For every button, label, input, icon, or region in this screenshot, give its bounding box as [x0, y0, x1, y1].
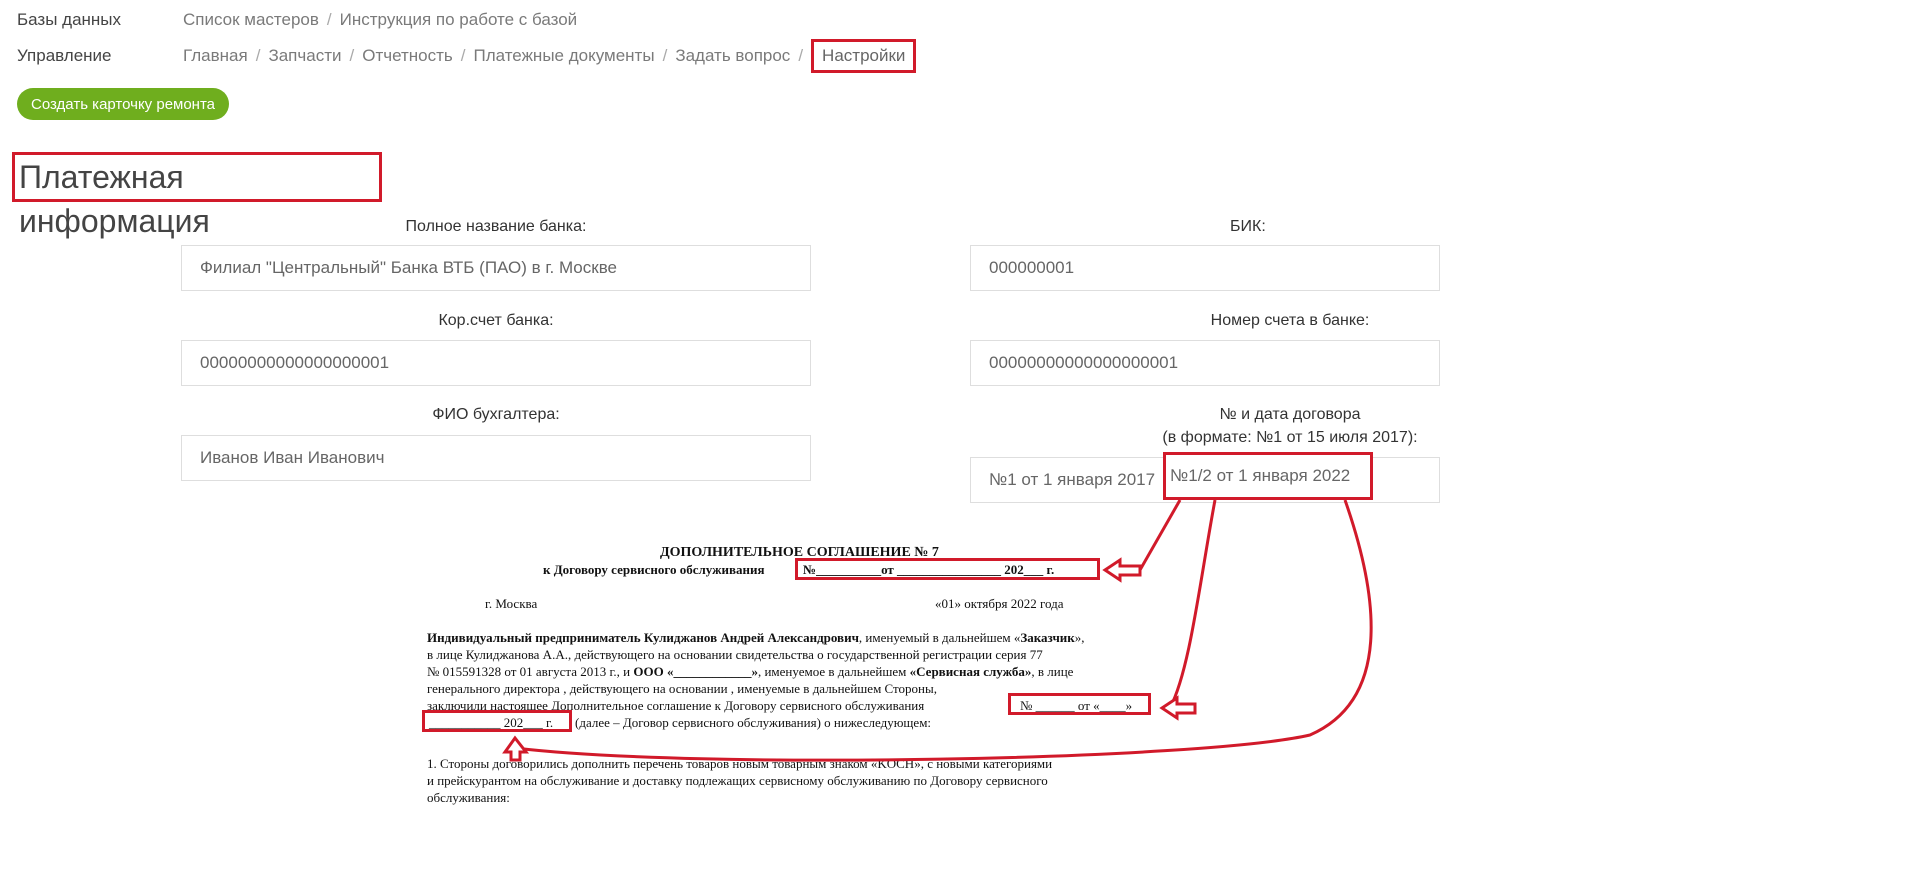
- arrow-head-year-icon: [502, 735, 530, 762]
- arrow-line-subtitle: [1138, 499, 1182, 571]
- arrow-line-year: [514, 499, 1373, 762]
- arrow-head-subtitle-icon: [1102, 557, 1142, 583]
- annotation-arrows: [502, 499, 1373, 762]
- arrow-head-contract-icon: [1159, 695, 1197, 721]
- arrow-line-contract: [1168, 499, 1217, 709]
